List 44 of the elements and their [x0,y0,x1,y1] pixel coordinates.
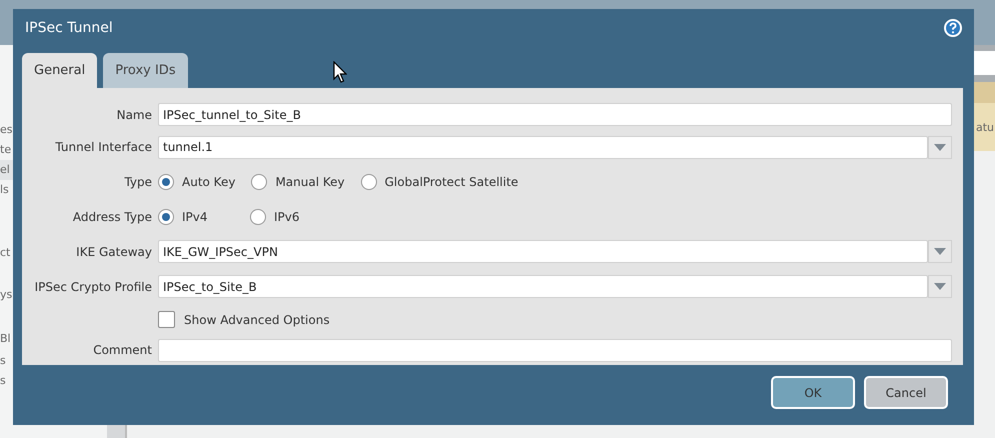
option-label: Auto Key [182,175,236,190]
field-label: Address Type [72,210,153,224]
field-label: IKE Gateway [75,244,153,259]
cursor-icon [333,61,347,83]
tab[interactable]: Proxy IDs [103,53,188,88]
radio-option[interactable]: Auto Key [158,174,236,190]
field-label: Name [116,108,153,122]
scrollbar[interactable] [107,425,127,438]
radio-button[interactable] [158,209,174,226]
option-label: Manual Key [275,175,345,190]
dropdown-field[interactable]: tunnel.1 [158,136,928,159]
field-label: Comment [92,343,153,358]
radio-option[interactable]: IPv6 [250,209,326,226]
dropdown-button[interactable] [928,136,952,159]
radio-option[interactable]: IPv4 [158,209,234,226]
caret-icon [934,144,946,151]
help-icon[interactable] [944,19,962,37]
checkbox-label: Show Advanced Options [184,312,330,327]
dialog-title: IPSec Tunnel [25,20,113,36]
field-label: IPSec Crypto Profile [34,280,153,294]
tab[interactable]: General [22,53,98,88]
radio-option[interactable]: GlobalProtect Satellite [360,174,518,190]
radio-button[interactable] [360,174,377,190]
caret-icon [934,248,946,256]
option-label: IPv4 [182,210,208,224]
cancel-button[interactable]: Cancel [864,376,948,409]
radio-button[interactable] [158,174,174,190]
field-label: Tunnel Interface [54,140,153,154]
radio-button[interactable] [250,209,266,226]
column-header: atu [975,120,994,134]
radio-button[interactable] [251,174,268,190]
dropdown-button[interactable] [928,240,952,264]
dropdown-field[interactable]: IKE_GW_IPSec_VPN [158,240,928,264]
dropdown-button[interactable] [928,275,952,298]
radio-option[interactable]: Manual Key [251,174,345,190]
text-field[interactable] [158,338,952,362]
field-label: Type [123,175,153,190]
ok-button[interactable]: OK [771,376,855,409]
option-label: IPv6 [274,210,300,224]
caret-icon [934,283,946,290]
option-label: GlobalProtect Satellite [384,175,518,190]
dropdown-field[interactable]: IPSec_to_Site_B [158,275,928,298]
text-field[interactable]: IPSec_tunnel_to_Site_B [158,103,952,126]
checkbox[interactable] [158,311,175,328]
